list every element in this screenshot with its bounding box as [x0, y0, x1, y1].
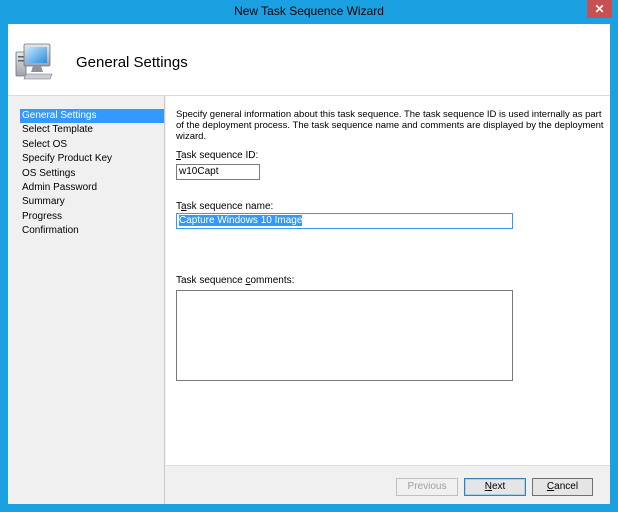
wizard-content-panel: Specify general information about this t…	[166, 96, 610, 465]
footer-separator	[166, 465, 610, 466]
title-bar[interactable]: New Task Sequence Wizard ✕	[0, 0, 618, 24]
step-progress[interactable]: Progress	[20, 210, 165, 224]
task-sequence-name-input[interactable]: Capture Windows 10 Image	[176, 213, 513, 229]
page-title: General Settings	[76, 54, 188, 71]
step-confirmation[interactable]: Confirmation	[20, 224, 165, 238]
wizard-client-area: General Settings General Settings Select…	[8, 24, 610, 504]
step-specify-product-key[interactable]: Specify Product Key	[20, 152, 165, 166]
nav-divider	[164, 96, 165, 504]
task-sequence-comments-label: Task sequence comments:	[176, 275, 295, 286]
wizard-window: New Task Sequence Wizard ✕ General Setti…	[0, 0, 618, 512]
step-summary[interactable]: Summary	[20, 195, 165, 209]
previous-button[interactable]: Previous	[396, 478, 458, 496]
step-select-os[interactable]: Select OS	[20, 138, 165, 152]
task-sequence-id-label: Task sequence ID:	[176, 150, 259, 161]
next-button[interactable]: Next	[464, 478, 526, 496]
task-sequence-id-input[interactable]: w10Capt	[176, 164, 260, 180]
wizard-step-list: General Settings Select Template Select …	[20, 109, 165, 239]
task-sequence-name-label: Task sequence name:	[176, 201, 274, 212]
computer-monitor-icon	[14, 38, 54, 85]
cancel-button[interactable]: Cancel	[532, 478, 593, 496]
page-description: Specify general information about this t…	[176, 109, 604, 142]
close-button[interactable]: ✕	[587, 0, 612, 18]
step-general-settings[interactable]: General Settings	[20, 109, 165, 124]
selected-text: Capture Windows 10 Image	[179, 215, 303, 226]
wizard-header: General Settings	[8, 24, 610, 96]
step-os-settings[interactable]: OS Settings	[20, 167, 165, 181]
window-title: New Task Sequence Wizard	[234, 4, 384, 18]
task-sequence-comments-input[interactable]	[176, 290, 513, 381]
step-select-template[interactable]: Select Template	[20, 123, 165, 137]
step-admin-password[interactable]: Admin Password	[20, 181, 165, 195]
